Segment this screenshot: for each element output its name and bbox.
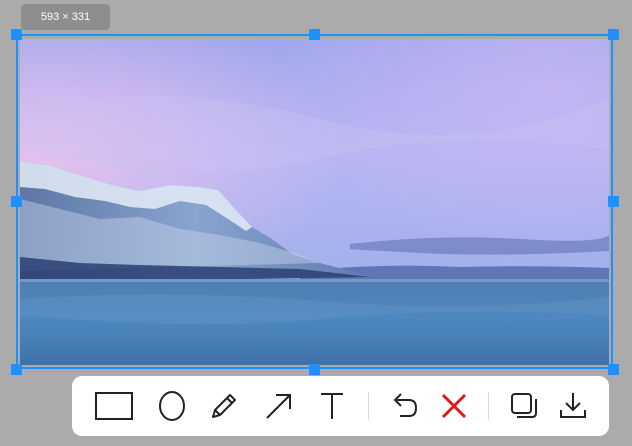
annotation-toolbar bbox=[72, 376, 609, 436]
arrow-icon bbox=[266, 394, 291, 419]
ellipse-icon bbox=[159, 391, 185, 421]
resize-handle-middle-left[interactable] bbox=[11, 196, 22, 207]
toolbar-divider bbox=[488, 392, 489, 420]
rectangle-icon bbox=[95, 392, 133, 420]
resize-handle-top-left[interactable] bbox=[11, 29, 22, 40]
resize-handle-top-right[interactable] bbox=[608, 29, 619, 40]
cancel-button[interactable] bbox=[434, 386, 474, 426]
copy-icon bbox=[511, 393, 537, 418]
resize-handle-middle-right[interactable] bbox=[608, 196, 619, 207]
undo-icon bbox=[393, 393, 418, 417]
ellipse-tool-button[interactable] bbox=[152, 386, 192, 426]
resize-handle-top-middle[interactable] bbox=[309, 29, 320, 40]
selection-frame[interactable] bbox=[16, 34, 613, 369]
pencil-icon bbox=[212, 394, 236, 418]
arrow-tool-button[interactable] bbox=[259, 386, 299, 426]
copy-button[interactable] bbox=[504, 386, 544, 426]
resize-handle-bottom-middle[interactable] bbox=[309, 364, 320, 375]
rectangle-tool-button[interactable] bbox=[94, 386, 134, 426]
text-icon bbox=[321, 393, 343, 419]
size-badge: 593 × 331 bbox=[21, 4, 110, 30]
download-button[interactable] bbox=[553, 386, 593, 426]
resize-handle-bottom-left[interactable] bbox=[11, 364, 22, 375]
undo-button[interactable] bbox=[384, 386, 424, 426]
resize-handle-bottom-right[interactable] bbox=[608, 364, 619, 375]
close-icon bbox=[441, 393, 467, 419]
download-icon bbox=[560, 393, 586, 418]
toolbar-divider bbox=[368, 392, 369, 420]
text-tool-button[interactable] bbox=[312, 386, 352, 426]
pencil-tool-button[interactable] bbox=[204, 386, 244, 426]
